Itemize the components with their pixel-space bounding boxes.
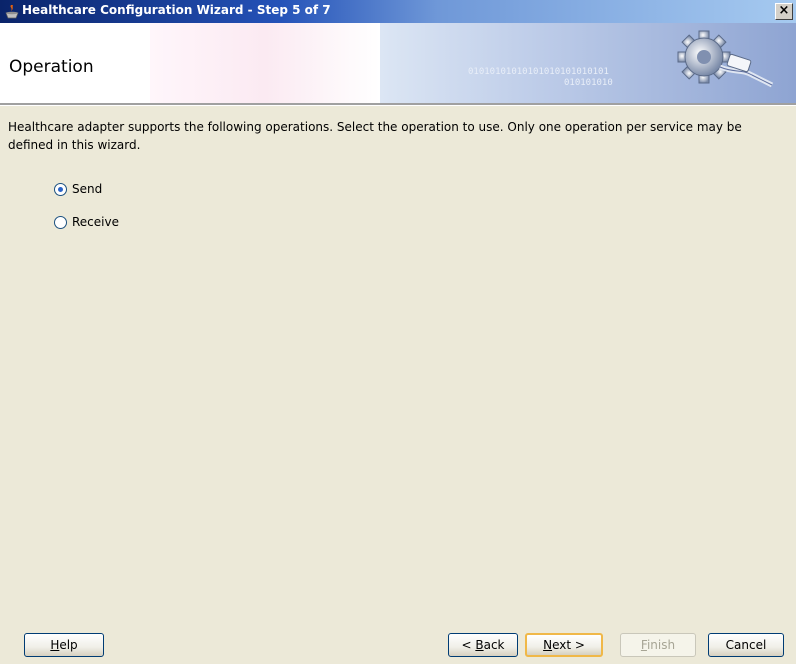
radio-send[interactable]: Send <box>54 180 102 198</box>
radio-label-receive[interactable]: Receive <box>72 215 119 229</box>
back-label: ack <box>483 638 505 652</box>
back-button[interactable]: < Back <box>448 633 518 657</box>
banner-binary-text-2: 010101010 <box>564 78 613 88</box>
radio-button-send[interactable] <box>54 182 67 196</box>
window-title: Healthcare Configuration Wizard - Step 5… <box>22 3 331 17</box>
gear-plug-icon <box>677 30 774 88</box>
next-mnemonic: N <box>543 638 553 652</box>
next-label: ext > <box>552 638 585 652</box>
finish-button[interactable]: Finish <box>620 633 696 657</box>
help-button[interactable]: Help <box>24 633 104 657</box>
page-title: Operation <box>9 57 94 77</box>
back-mnemonic: B <box>475 638 484 652</box>
banner-binary-text: 01010101010101010101010101 <box>468 67 609 77</box>
radio-receive[interactable]: Receive <box>54 213 119 231</box>
radio-label-send[interactable]: Send <box>72 182 102 196</box>
help-mnemonic: H <box>50 638 60 652</box>
radio-button-receive[interactable] <box>54 215 67 229</box>
cancel-button[interactable]: Cancel <box>708 633 784 657</box>
back-prefix: < <box>461 638 476 652</box>
title-bar[interactable]: Healthcare Configuration Wizard - Step 5… <box>0 0 796 23</box>
banner-background <box>150 23 380 103</box>
next-button[interactable]: Next > <box>525 633 603 657</box>
oracle-cup-icon <box>5 5 19 19</box>
help-label: elp <box>59 638 78 652</box>
operation-description: Healthcare adapter supports the followin… <box>8 120 742 152</box>
wizard-banner: 01010101010101010101010101 010101010 Ope… <box>0 23 796 103</box>
banner-separator <box>0 103 796 106</box>
finish-label: inish <box>646 638 676 652</box>
close-button[interactable]: × <box>775 3 793 20</box>
